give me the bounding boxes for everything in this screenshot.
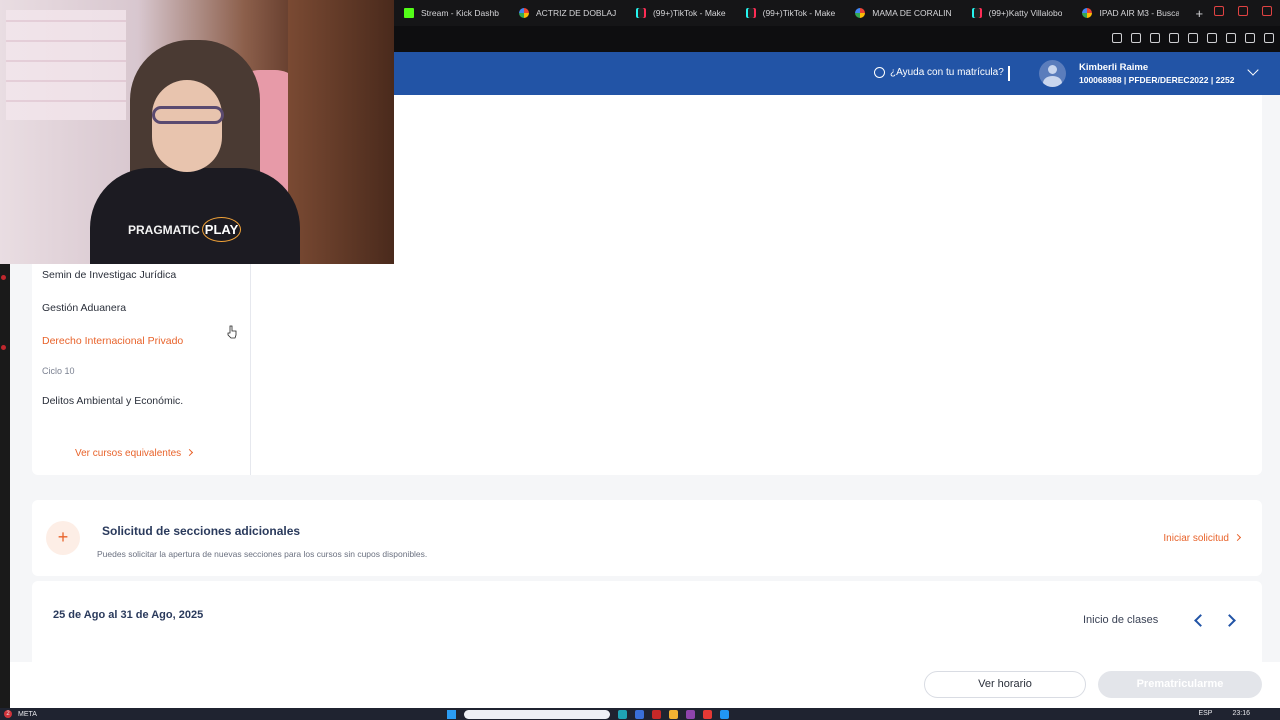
week-date-range: 25 de Ago al 31 de Ago, 2025 [53,609,204,621]
header-divider [1008,66,1010,81]
browser-icon[interactable] [703,710,712,719]
start-request-link[interactable]: Iniciar solicitud [1163,533,1242,544]
webcam-overlay: PRAGMATIC PLAY [0,0,394,264]
hand-cursor-icon [227,325,237,339]
browser-tab-bar: Stream - Kick Dashb ACTRIZ DE DOBLAJ (99… [394,0,1280,26]
system-tray: ESP 23:16 [1198,710,1250,717]
chevron-right-icon[interactable] [1224,614,1238,628]
view-schedule-button[interactable]: Ver horario [924,671,1086,698]
menu-icon[interactable] [1264,33,1274,43]
request-title: Solicitud de secciones adicionales [102,524,301,538]
search-tabs-icon[interactable] [1214,6,1224,16]
equivalent-courses-link[interactable]: Ver cursos equivalentes [75,448,194,459]
os-taskbar: 2 META ESP 23:16 [0,708,1280,720]
taskbar-search-input[interactable] [464,710,610,719]
kick-icon [404,8,414,18]
indicator-dot [1,345,6,350]
user-id: 100068988 | PFDER/DEREC2022 | 2252 [1079,75,1235,85]
cycle-heading: Ciclo 10 [42,366,75,376]
help-text: ¿Ayuda con tu matrícula? [890,67,1004,78]
preregister-button[interactable]: Prematricularme [1098,671,1262,698]
wallet-icon[interactable] [1226,33,1236,43]
download-icon[interactable] [1245,33,1255,43]
hoodie-text-accent: PLAY [201,217,242,242]
browser-tab[interactable]: (99+)TikTok - Make [736,0,846,26]
user-name: Kimberli Raime [1079,62,1149,73]
window-controls [1214,6,1272,16]
course-item[interactable]: Delitos Ambiental y Económic. [42,395,183,407]
help-link[interactable]: ¿Ayuda con tu matrícula? [874,67,1004,78]
maximize-icon[interactable] [1262,6,1272,16]
glasses [152,106,224,124]
plus-icon: + [46,521,80,555]
browser-tab[interactable]: Stream - Kick Dashb [394,0,509,26]
site-header: ¿Ayuda con tu matrícula? Kimberli Raime … [394,52,1280,95]
streamer-hoodie [90,168,300,264]
app-icon[interactable] [686,710,695,719]
course-item[interactable]: Gestión Aduanera [42,302,126,314]
taskbar-apps [447,710,729,719]
google-icon [1082,8,1093,18]
chevron-right-icon [186,448,194,457]
equivalent-courses-label: Ver cursos equivalentes [75,448,182,459]
tiktok-icon [971,8,982,18]
browser-tab[interactable]: (99+)TikTok - Make [626,0,736,26]
screenshot-icon[interactable] [1131,33,1141,43]
app-icon[interactable] [652,710,661,719]
browser-tab[interactable]: (99+)Katty Villalobo [962,0,1073,26]
request-description: Puedes solicitar la apertura de nuevas s… [97,549,428,559]
chevron-right-icon [1233,533,1242,542]
language-indicator[interactable]: ESP [1198,710,1212,717]
course-item-active[interactable]: Derecho Internacional Privado [42,335,183,347]
block-icon[interactable] [1169,33,1179,43]
indicator-dot [1,275,6,280]
shield-icon[interactable] [1150,33,1160,43]
wall-shelf [6,10,126,120]
tiktok-icon [745,8,756,18]
app-icon[interactable] [635,710,644,719]
new-tab-button[interactable]: + [1189,6,1209,21]
app-icon[interactable] [720,710,729,719]
clock[interactable]: 23:16 [1232,710,1250,717]
start-request-label: Iniciar solicitud [1163,533,1229,544]
toolbar-icons [1112,33,1274,43]
widget-label: META [18,710,37,718]
course-item[interactable]: Semin de Investigac Jurídica [42,269,176,281]
hoodie-text: PRAGMATIC [128,223,200,237]
browser-tab[interactable]: MAMA DE CORALIN [845,0,961,26]
avatar[interactable] [1039,60,1066,87]
heart-icon[interactable] [1207,33,1217,43]
class-start-label: Inicio de clases [1083,614,1159,626]
notification-badge: 2 [4,710,12,718]
browser-tab[interactable]: ACTRIZ DE DOBLAJ [509,0,626,26]
browser-tab[interactable]: IPAD AIR M3 - Busca [1072,0,1189,26]
google-icon [518,8,529,18]
door [288,0,394,264]
folder-icon[interactable] [669,710,678,719]
action-footer [10,662,1280,708]
pin-icon[interactable] [1112,33,1122,43]
app-icon[interactable] [618,710,627,719]
chevron-down-icon[interactable] [1247,64,1259,76]
hoodie-logo: PRAGMATIC PLAY [128,217,242,242]
additional-sections-card: + Solicitud de secciones adicionales Pue… [32,500,1262,576]
whatsapp-icon [874,67,885,78]
streamer-face [152,80,222,172]
tiktok-icon [635,8,646,18]
play-icon[interactable] [1188,33,1198,43]
taskbar-widget[interactable]: 2 META [4,710,37,718]
google-icon [855,8,866,18]
minimize-icon[interactable] [1238,6,1248,16]
browser-toolbar [394,26,1280,52]
chevron-left-icon[interactable] [1192,614,1206,628]
windows-start-icon[interactable] [447,710,456,719]
